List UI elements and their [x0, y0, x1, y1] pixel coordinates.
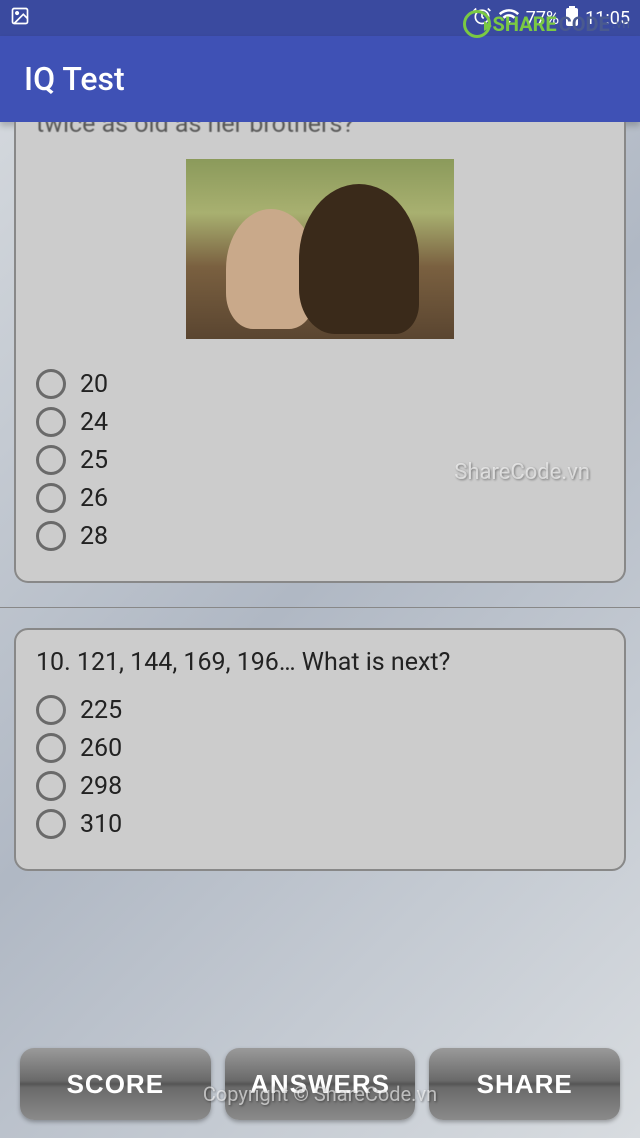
- q9-option-1[interactable]: 24: [36, 407, 604, 437]
- question-10-text: 10. 121, 144, 169, 196… What is next?: [36, 648, 604, 677]
- option-label: 20: [80, 370, 108, 399]
- radio-icon: [36, 809, 66, 839]
- content-scroll[interactable]: twice as old as her brothers? 20 24 25 2…: [0, 122, 640, 1034]
- q9-option-2[interactable]: 25: [36, 445, 604, 475]
- option-label: 28: [80, 522, 108, 551]
- bottom-bar: SCORE ANSWERS SHARE: [0, 1034, 640, 1138]
- q9-option-0[interactable]: 20: [36, 369, 604, 399]
- radio-icon: [36, 407, 66, 437]
- option-label: 24: [80, 408, 108, 437]
- score-button[interactable]: SCORE: [20, 1048, 211, 1120]
- radio-icon: [36, 695, 66, 725]
- radio-icon: [36, 483, 66, 513]
- option-label: 298: [80, 772, 122, 801]
- radio-icon: [36, 369, 66, 399]
- radio-icon: [36, 733, 66, 763]
- option-label: 26: [80, 484, 108, 513]
- q10-option-1[interactable]: 260: [36, 733, 604, 763]
- app-title: IQ Test: [24, 60, 125, 98]
- answers-button[interactable]: ANSWERS: [225, 1048, 416, 1120]
- radio-icon: [36, 771, 66, 801]
- q10-option-0[interactable]: 225: [36, 695, 604, 725]
- share-button[interactable]: SHARE: [429, 1048, 620, 1120]
- image-icon: [10, 6, 30, 31]
- q10-option-3[interactable]: 310: [36, 809, 604, 839]
- wifi-icon: [498, 5, 520, 32]
- option-label: 25: [80, 446, 108, 475]
- app-bar: IQ Test: [0, 36, 640, 122]
- status-bar: 77% 11:05: [0, 0, 640, 36]
- radio-icon: [36, 521, 66, 551]
- radio-icon: [36, 445, 66, 475]
- q9-option-4[interactable]: 28: [36, 521, 604, 551]
- q9-option-3[interactable]: 26: [36, 483, 604, 513]
- clock-time: 11:05: [585, 8, 630, 29]
- question-card-9: twice as old as her brothers? 20 24 25 2…: [14, 122, 626, 583]
- option-label: 310: [80, 810, 122, 839]
- option-label: 225: [80, 696, 122, 725]
- battery-percentage: 77%: [526, 8, 559, 29]
- option-label: 260: [80, 734, 122, 763]
- question-9-image: [186, 159, 454, 339]
- divider: [0, 607, 640, 608]
- question-9-partial-text: twice as old as her brothers?: [36, 122, 604, 139]
- question-card-10: 10. 121, 144, 169, 196… What is next? 22…: [14, 628, 626, 871]
- q10-option-2[interactable]: 298: [36, 771, 604, 801]
- battery-icon: [565, 6, 579, 31]
- alarm-icon: [472, 6, 492, 31]
